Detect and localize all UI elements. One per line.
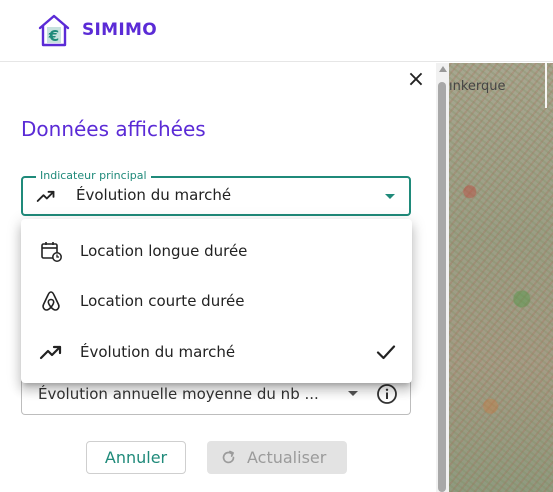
main-indicator-legend: Indicateur principal	[36, 169, 151, 182]
secondary-indicator-value: Évolution annuelle moyenne du nb ...	[38, 385, 319, 403]
panel-scrollbar[interactable]	[436, 63, 449, 492]
calendar-refresh-icon	[41, 242, 62, 262]
scroll-up-arrow-icon[interactable]	[439, 66, 447, 72]
panel-title: Données affichées	[21, 117, 206, 141]
refresh-icon	[222, 450, 235, 464]
map-road	[545, 63, 547, 108]
chevron-down-icon[interactable]	[385, 194, 395, 199]
refresh-button[interactable]: Actualiser	[207, 441, 347, 474]
menu-item-label: Évolution du marché	[80, 343, 236, 361]
trending-up-icon	[39, 345, 62, 360]
map-view[interactable]: ınkerque	[449, 63, 553, 492]
house-euro-logo-icon[interactable]: €	[37, 13, 71, 47]
cancel-button[interactable]: Annuler	[86, 441, 186, 474]
trending-up-icon	[36, 190, 55, 202]
menu-item-evolution-du-marche[interactable]: Évolution du marché	[21, 327, 412, 377]
chevron-down-icon[interactable]	[348, 391, 358, 396]
menu-item-label: Location courte durée	[80, 292, 245, 310]
airbnb-icon	[42, 291, 60, 311]
menu-item-location-longue-duree[interactable]: Location longue durée	[21, 226, 412, 276]
main-indicator-value: Évolution du marché	[76, 186, 232, 204]
scroll-thumb[interactable]	[438, 82, 446, 492]
svg-text:€: €	[48, 27, 59, 45]
info-icon[interactable]	[376, 383, 398, 405]
refresh-button-label: Actualiser	[247, 448, 327, 467]
main-indicator-select[interactable]: Indicateur principal Évolution du marché	[21, 169, 411, 216]
menu-item-location-courte-duree[interactable]: Location courte durée	[21, 276, 412, 326]
menu-item-label: Location longue durée	[80, 242, 248, 260]
checkmark-icon	[376, 345, 396, 360]
map-city-label: ınkerque	[449, 79, 506, 94]
display-settings-panel: × Données affichées Indicateur principal…	[0, 63, 449, 492]
brand-name[interactable]: SIMIMO	[82, 20, 157, 40]
app-header: € SIMIMO	[0, 0, 553, 62]
indicator-dropdown-menu: Location longue durée Location courte du…	[21, 219, 412, 383]
close-icon[interactable]: ×	[406, 69, 426, 91]
